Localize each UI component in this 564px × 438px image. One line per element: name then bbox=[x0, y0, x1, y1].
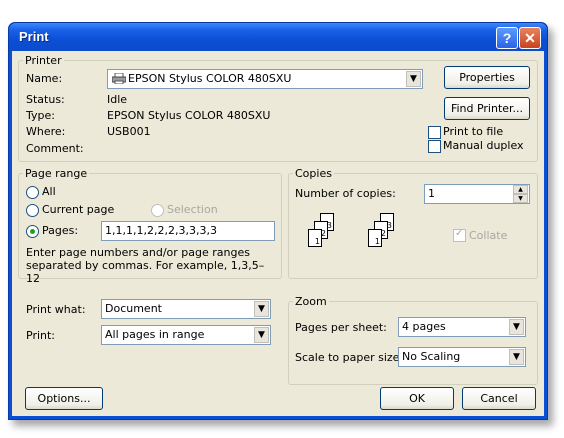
print-label: Print: bbox=[26, 329, 56, 342]
manual-duplex-checkbox[interactable] bbox=[428, 140, 441, 153]
where-label: Where: bbox=[26, 125, 66, 138]
number-of-copies-label: Number of copies: bbox=[295, 187, 396, 200]
copies-legend: Copies bbox=[295, 167, 332, 180]
dialog-body: Printer Name: EPSON Stylus COLOR 480SXU … bbox=[12, 51, 544, 416]
scale-to-paper-label: Scale to paper size: bbox=[295, 351, 404, 364]
print-what-label: Print what: bbox=[26, 303, 86, 316]
pages-input[interactable]: 1,1,1,1,2,2,2,3,3,3,3 bbox=[101, 221, 275, 241]
print-select[interactable]: All pages in range ▼ bbox=[101, 325, 271, 345]
print-to-file-label[interactable]: Print to file bbox=[443, 125, 503, 138]
selection-radio bbox=[151, 204, 164, 217]
printer-group-legend: Printer bbox=[25, 54, 62, 67]
printer-name-value: EPSON Stylus COLOR 480SXU bbox=[128, 72, 292, 85]
pages-input-value: 1,1,1,1,2,2,2,3,3,3,3 bbox=[105, 224, 217, 237]
ok-button[interactable]: OK bbox=[380, 387, 454, 410]
current-page-label[interactable]: Current page bbox=[42, 203, 114, 216]
all-label[interactable]: All bbox=[42, 185, 56, 198]
chevron-down-icon[interactable]: ▼ bbox=[509, 319, 524, 335]
number-of-copies-input[interactable]: 1 ▲ ▼ bbox=[424, 184, 530, 204]
title-bar[interactable]: Print ? ✕ bbox=[9, 23, 547, 51]
printer-icon bbox=[111, 72, 127, 85]
manual-duplex-label[interactable]: Manual duplex bbox=[443, 139, 524, 152]
page-range-legend: Page range bbox=[25, 167, 88, 180]
chevron-down-icon[interactable]: ▼ bbox=[254, 301, 269, 317]
pages-per-sheet-value: 4 pages bbox=[402, 320, 446, 333]
print-what-value: Document bbox=[105, 302, 162, 315]
pages-label[interactable]: Pages: bbox=[42, 224, 78, 237]
pages-per-sheet-label: Pages per sheet: bbox=[295, 321, 387, 334]
zoom-legend: Zoom bbox=[295, 295, 327, 308]
status-value: Idle bbox=[107, 93, 128, 106]
collate-pages-icon: 3 2 1 3 2 1 bbox=[300, 213, 420, 273]
all-radio[interactable] bbox=[26, 186, 39, 199]
find-printer-button[interactable]: Find Printer... bbox=[444, 97, 530, 120]
selection-label: Selection bbox=[167, 203, 218, 216]
scale-to-paper-value: No Scaling bbox=[402, 350, 461, 363]
scale-to-paper-select[interactable]: No Scaling ▼ bbox=[398, 347, 526, 367]
print-what-select[interactable]: Document ▼ bbox=[101, 299, 271, 319]
print-value: All pages in range bbox=[105, 328, 205, 341]
window-title: Print bbox=[19, 29, 49, 44]
zoom-group: Zoom bbox=[288, 295, 538, 385]
close-button[interactable]: ✕ bbox=[519, 27, 541, 49]
type-value: EPSON Stylus COLOR 480SXU bbox=[107, 109, 271, 122]
chevron-down-icon[interactable]: ▼ bbox=[406, 71, 421, 87]
chevron-down-icon[interactable]: ▼ bbox=[509, 349, 524, 365]
chevron-down-icon[interactable]: ▼ bbox=[254, 327, 269, 343]
checkmark-icon: ✓ bbox=[455, 228, 464, 239]
name-label: Name: bbox=[26, 72, 63, 85]
type-label: Type: bbox=[26, 109, 55, 122]
options-button[interactable]: Options... bbox=[25, 387, 103, 410]
collate-label: Collate bbox=[469, 229, 508, 242]
where-value: USB001 bbox=[107, 125, 151, 138]
pages-radio[interactable] bbox=[26, 225, 39, 238]
page-range-hint: Enter page numbers and/or page ranges se… bbox=[26, 246, 265, 285]
collate-checkbox: ✓ bbox=[453, 228, 466, 242]
properties-button[interactable]: Properties bbox=[444, 66, 530, 89]
pages-per-sheet-select[interactable]: 4 pages ▼ bbox=[398, 317, 526, 337]
printer-name-select[interactable]: EPSON Stylus COLOR 480SXU ▼ bbox=[107, 69, 423, 89]
spin-down-icon[interactable]: ▼ bbox=[513, 194, 528, 203]
spin-up-icon[interactable]: ▲ bbox=[513, 185, 528, 194]
cancel-button[interactable]: Cancel bbox=[462, 387, 536, 410]
comment-label: Comment: bbox=[26, 142, 84, 155]
status-label: Status: bbox=[26, 93, 65, 106]
help-button[interactable]: ? bbox=[496, 27, 518, 49]
print-to-file-checkbox[interactable] bbox=[428, 126, 441, 139]
number-of-copies-value: 1 bbox=[428, 187, 435, 200]
print-dialog: Print ? ✕ Printer Name: EPSON Stylus COL… bbox=[8, 22, 548, 420]
current-page-radio[interactable] bbox=[26, 204, 39, 217]
